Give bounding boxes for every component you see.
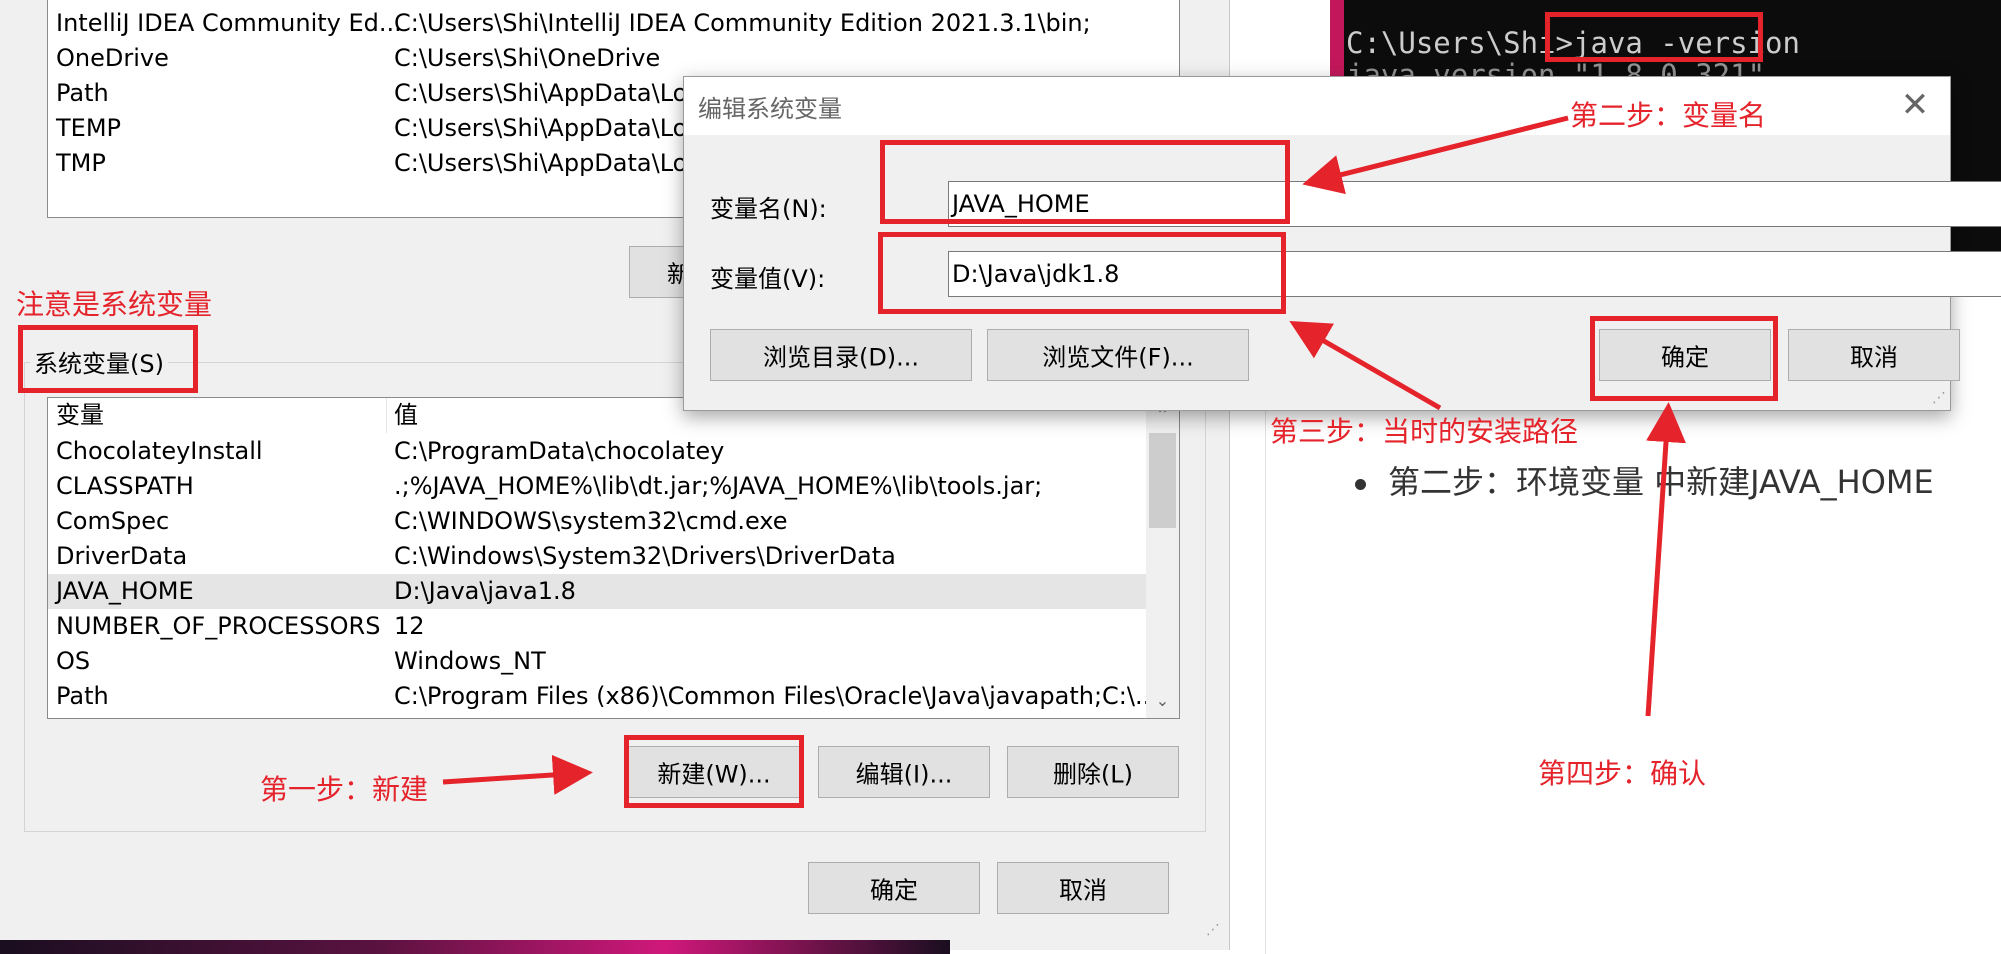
close-icon[interactable]: ✕ xyxy=(1880,77,1950,135)
system-list-scrollbar[interactable]: ⌃ ⌄ xyxy=(1146,398,1179,718)
annotation-box-system-label xyxy=(18,325,198,393)
variable-value-label: 变量值(V): xyxy=(710,265,826,293)
column-header-value[interactable]: 值 xyxy=(394,398,418,433)
annotation-step3: 第三步：当时的安装路径 xyxy=(1270,415,1579,448)
column-header-name[interactable]: 变量 xyxy=(56,398,104,433)
variable-name-label: 变量名(N): xyxy=(710,195,827,223)
system-var-value: Windows_NT xyxy=(394,647,546,675)
system-var-row[interactable]: OS Windows_NT xyxy=(48,644,1146,679)
system-var-name: ComSpec xyxy=(56,507,170,535)
resize-grip-icon[interactable]: ⋰ xyxy=(1206,922,1220,938)
system-var-name: ChocolateyInstall xyxy=(56,437,263,465)
system-delete-button[interactable]: 删除(L) xyxy=(1007,746,1179,798)
user-var-row[interactable]: IntelliJ IDEA Community Ed... C:\Users\S… xyxy=(48,6,1179,41)
system-edit-button[interactable]: 编辑(I)... xyxy=(818,746,990,798)
system-var-value: .;%JAVA_HOME%\lib\dt.jar;%JAVA_HOME%\lib… xyxy=(394,472,1043,500)
system-variables-list[interactable]: 变量 值 ChocolateyInstall C:\ProgramData\ch… xyxy=(47,397,1180,719)
browse-file-button[interactable]: 浏览文件(F)... xyxy=(987,329,1249,381)
resize-grip-icon[interactable]: ⋰ xyxy=(1932,390,1946,406)
system-var-name: NUMBER_OF_PROCESSORS xyxy=(56,612,381,640)
env-cancel-button[interactable]: 取消 xyxy=(997,862,1169,914)
browse-directory-button[interactable]: 浏览目录(D)... xyxy=(710,329,972,381)
user-var-value: C:\Users\Shi\IntelliJ IDEA Community Edi… xyxy=(394,9,1091,37)
system-var-value: C:\ProgramData\chocolatey xyxy=(394,437,725,465)
system-var-value: C:\Program Files (x86)\Common Files\Orac… xyxy=(394,682,1146,710)
system-var-value: D:\Java\java1.8 xyxy=(394,577,576,605)
env-ok-button[interactable]: 确定 xyxy=(808,862,980,914)
annotation-box-java-version xyxy=(1545,12,1763,62)
system-var-value: C:\Windows\System32\Drivers\DriverData xyxy=(394,542,896,570)
user-var-value: C:\Users\Shi\OneDrive xyxy=(394,44,661,72)
annotation-box-variable-name xyxy=(880,140,1290,224)
system-var-name: OS xyxy=(56,647,91,675)
annotation-box-variable-value xyxy=(878,232,1286,314)
system-var-name: DriverData xyxy=(56,542,188,570)
system-var-row-selected[interactable]: JAVA_HOME D:\Java\java1.8 xyxy=(48,574,1146,609)
user-var-value: C:\Users\Shi\AppData\Loc xyxy=(394,114,701,142)
user-var-row[interactable]: OneDrive C:\Users\Shi\OneDrive xyxy=(48,41,1179,76)
doc-bullet-text: 第二步：环境变量 中新建JAVA_HOME xyxy=(1388,463,1934,501)
scroll-down-icon[interactable]: ⌄ xyxy=(1146,686,1179,716)
system-var-value: C:\WINDOWS\system32\cmd.exe xyxy=(394,507,788,535)
user-var-value: C:\Users\Shi\AppData\Loc xyxy=(394,149,701,177)
bullet-icon xyxy=(1355,478,1366,490)
system-var-row[interactable]: NUMBER_OF_PROCESSORS 12 xyxy=(48,609,1146,644)
column-separator xyxy=(386,398,387,433)
doc-bullet-item: 第二步：环境变量 中新建JAVA_HOME xyxy=(1355,457,1934,503)
system-var-row[interactable]: ChocolateyInstall C:\ProgramData\chocola… xyxy=(48,434,1146,469)
user-var-name: TMP xyxy=(56,149,106,177)
terminal-prompt: C:\Users\Shi> xyxy=(1346,26,1573,60)
desktop-wallpaper-strip xyxy=(0,940,950,954)
annotation-box-new-button xyxy=(624,735,804,808)
user-var-name: OneDrive xyxy=(56,44,169,72)
system-var-row[interactable]: ComSpec C:\WINDOWS\system32\cmd.exe xyxy=(48,504,1146,539)
edit-cancel-button[interactable]: 取消 xyxy=(1788,329,1960,381)
system-var-row[interactable]: CLASSPATH .;%JAVA_HOME%\lib\dt.jar;%JAVA… xyxy=(48,469,1146,504)
annotation-step4: 第四步：确认 xyxy=(1538,757,1707,790)
system-var-name: JAVA_HOME xyxy=(56,577,194,605)
annotation-step1: 第一步：新建 xyxy=(260,773,429,806)
annotation-step2: 第二步：变量名 xyxy=(1570,99,1767,132)
scroll-thumb[interactable] xyxy=(1149,433,1176,528)
user-var-name: IntelliJ IDEA Community Ed... xyxy=(56,9,402,37)
user-var-name: Path xyxy=(56,79,109,107)
dialog-title: 编辑系统变量 xyxy=(698,95,842,123)
annotation-box-ok-button xyxy=(1590,316,1778,401)
system-var-name: Path xyxy=(56,682,109,710)
user-var-value: C:\Users\Shi\AppData\Loc xyxy=(394,79,701,107)
annotation-note-system: 注意是系统变量 xyxy=(16,288,213,321)
system-var-row[interactable]: Path C:\Program Files (x86)\Common Files… xyxy=(48,679,1146,714)
user-var-name: TEMP xyxy=(56,114,122,142)
system-var-name: CLASSPATH xyxy=(56,472,194,500)
system-var-value: 12 xyxy=(394,612,425,640)
system-var-row[interactable]: DriverData C:\Windows\System32\Drivers\D… xyxy=(48,539,1146,574)
